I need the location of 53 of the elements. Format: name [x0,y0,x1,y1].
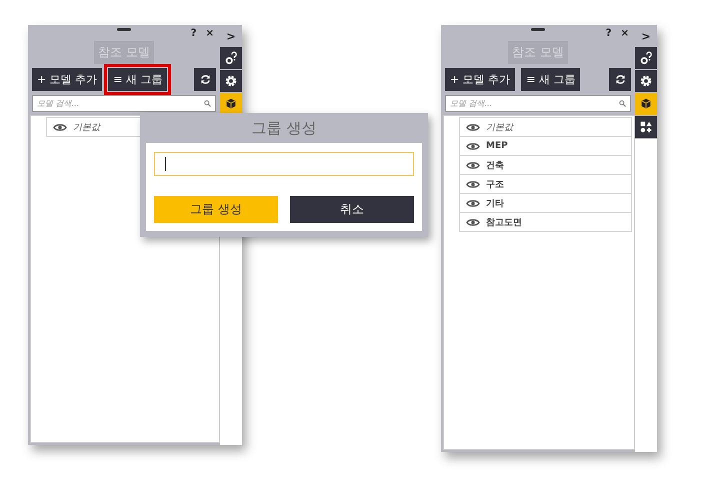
eye-icon[interactable] [53,122,67,132]
search-field[interactable]: 모델 검색... [450,99,619,108]
help-button[interactable]: ? [606,28,612,38]
add-model-button[interactable]: + 모델 추가 [32,68,102,91]
eye-icon[interactable] [466,198,480,208]
list-item[interactable]: 구조 [459,175,632,194]
close-button[interactable]: × [206,28,214,38]
list-item[interactable]: 참고도면 [459,213,632,232]
close-button[interactable]: × [620,28,629,38]
gear-help-icon [639,51,653,65]
side-tab[interactable] [635,47,657,70]
gear-icon [639,74,653,88]
eye-icon[interactable] [466,122,480,132]
collapse-button[interactable]: > [220,25,242,47]
shapes-icon [639,120,653,134]
refresh-button[interactable] [194,68,216,91]
refresh-icon [200,74,210,85]
search-box[interactable]: 모델 검색... [445,95,631,112]
side-tab[interactable] [220,70,242,93]
side-tab[interactable] [635,93,657,116]
help-button[interactable]: ? [190,28,197,38]
add-model-button[interactable]: + 모델 추가 [445,68,516,91]
side-tab[interactable] [220,47,242,70]
new-group-button[interactable]: ≡ 새 그룹 [521,68,580,91]
cube-icon [224,97,238,111]
cube-icon [639,97,653,111]
eye-icon[interactable] [466,160,480,170]
cancel-button[interactable]: 취소 [290,196,414,223]
side-tab[interactable] [635,116,657,139]
refresh-icon [614,74,626,85]
eye-icon[interactable] [466,180,480,188]
create-group-button[interactable]: 그룹 생성 [154,196,278,223]
search-box[interactable]: 모델 검색... [32,95,216,112]
side-tab[interactable] [635,70,657,93]
collapse-button[interactable]: > [635,25,657,47]
refresh-button[interactable] [609,68,631,91]
gear-icon [224,74,238,88]
new-group-button[interactable]: ≡ 새 그룹 [108,68,168,91]
gear-help-icon [224,51,238,65]
list-item[interactable]: 건축 [459,156,632,175]
text-cursor [165,157,166,171]
drag-handle[interactable] [531,28,545,31]
dialog-title: 그룹 생성 [250,118,318,138]
list-item[interactable]: 기본값 [459,117,632,137]
eye-icon[interactable] [466,142,480,150]
search-field[interactable]: 모델 검색... [37,99,204,108]
search-icon [619,100,626,107]
list-item[interactable]: MEP [459,137,632,156]
eye-icon[interactable] [466,218,480,226]
list-item[interactable]: 기타 [459,194,632,213]
drag-handle[interactable] [117,28,131,31]
search-icon [204,100,211,107]
group-name-field[interactable] [154,152,414,176]
